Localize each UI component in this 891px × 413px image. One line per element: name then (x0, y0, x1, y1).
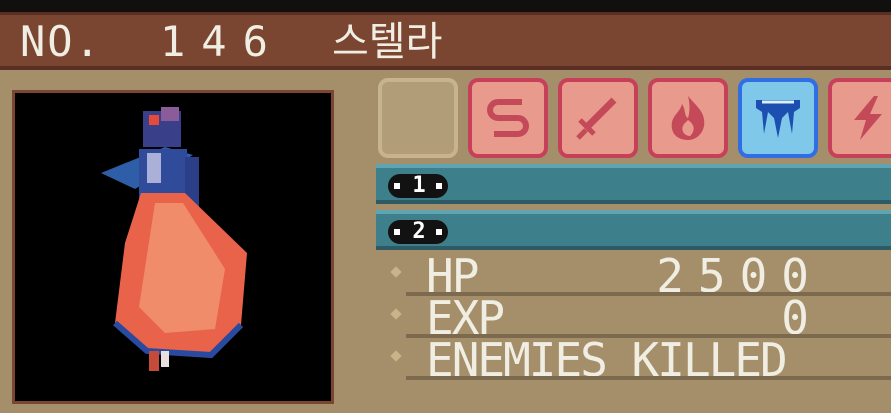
diamond-bullet-icon (390, 350, 402, 362)
badge-pip-right (436, 183, 442, 189)
top-strip (0, 0, 891, 12)
move-slot-2[interactable]: 2 (376, 210, 891, 250)
sprite-eye (149, 115, 159, 125)
move-slot-2-badge: 2 (388, 219, 448, 244)
sword-type-button[interactable] (558, 78, 638, 158)
move-slot-2-number: 2 (412, 219, 426, 244)
stat-row-enemies-killed: ENEMIES KILLED (390, 337, 891, 383)
sword-icon (576, 97, 617, 140)
move-slot-1-badge: 1 (388, 173, 448, 198)
wind-icon (487, 99, 529, 137)
badge-pip-left (394, 183, 400, 189)
monster-portrait (12, 90, 334, 404)
ice-icon (756, 100, 800, 138)
fire-type-button[interactable] (648, 78, 728, 158)
diamond-bullet-icon (390, 266, 402, 278)
sprite-foot-light (161, 351, 169, 367)
move-slot-1-number: 1 (412, 173, 426, 198)
title-bar: NO. 146 스텔라 (0, 12, 891, 70)
badge-pip-left (394, 229, 400, 235)
fire-icon (671, 96, 705, 140)
lightning-type-button[interactable] (828, 78, 891, 158)
move-slot-1[interactable]: 1 (376, 164, 891, 204)
diamond-bullet-icon (390, 308, 402, 320)
sprite-hair-ornament (161, 107, 179, 121)
wind-type-button[interactable] (468, 78, 548, 158)
lightning-icon (854, 96, 882, 140)
ice-type-button[interactable] (738, 78, 818, 158)
sprite-neck (147, 153, 161, 183)
empty-type-slot[interactable] (378, 78, 458, 158)
sprite-foot (149, 351, 159, 371)
dancer-sprite-icon (101, 107, 247, 371)
monster-name: 스텔라 (332, 19, 443, 65)
badge-pip-right (436, 229, 442, 235)
stat-divider (406, 376, 891, 380)
number-label: NO. (20, 17, 102, 66)
monster-number: 146 (160, 17, 284, 66)
